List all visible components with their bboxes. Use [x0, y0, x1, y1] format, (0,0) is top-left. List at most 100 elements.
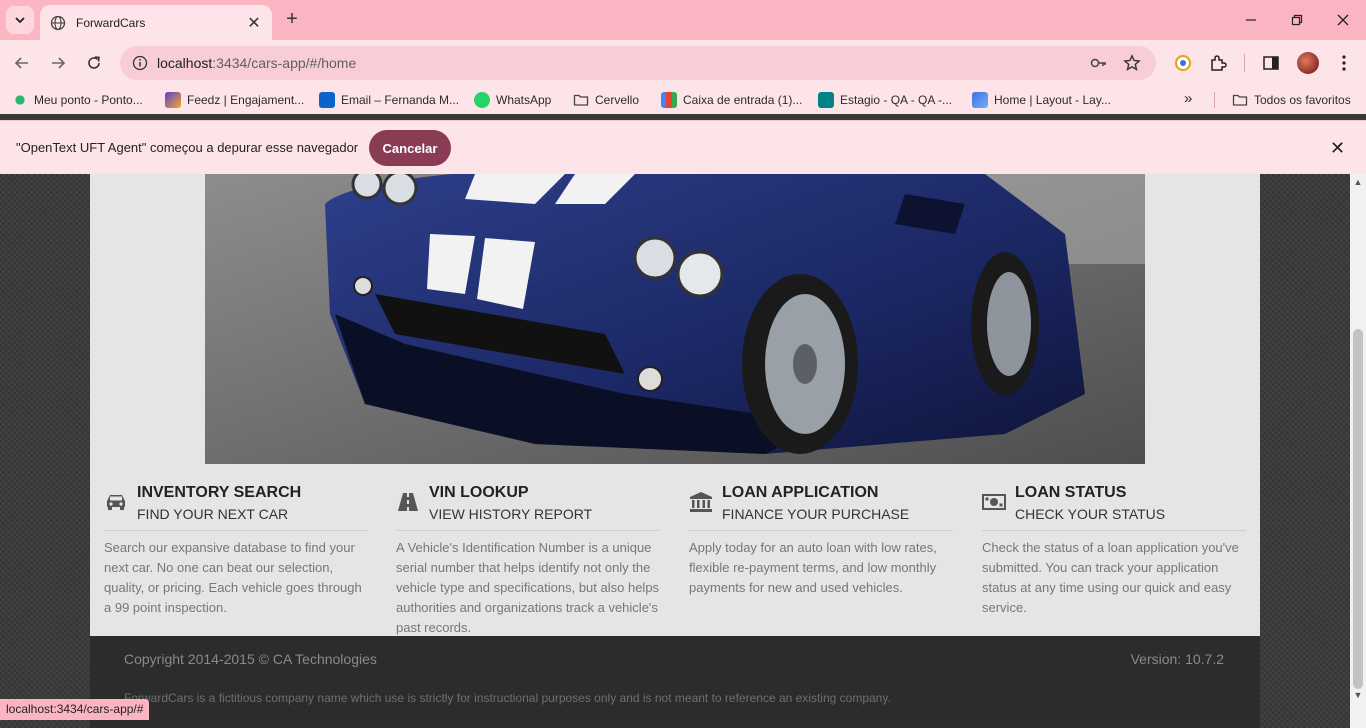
bookmark-item[interactable]: Feedz | Engajament...	[165, 92, 304, 108]
main-content: INVENTORY SEARCH FIND YOUR NEXT CAR Sear…	[90, 174, 1260, 636]
more-bookmarks-button[interactable]: »	[1184, 90, 1192, 107]
folder-icon	[1232, 94, 1248, 106]
debugging-infobar: "OpenText UFT Agent" começou a depurar e…	[0, 120, 1366, 174]
bookmark-label: Caixa de entrada (1)...	[683, 93, 803, 107]
money-icon	[982, 494, 1006, 510]
profile-avatar[interactable]	[1297, 52, 1319, 74]
close-infobar-icon[interactable]: ✕	[1330, 138, 1345, 159]
green-burst-icon	[12, 92, 28, 108]
url-host: localhost	[157, 55, 213, 71]
outlook-icon	[319, 92, 335, 108]
feature-title[interactable]: LOAN APPLICATION	[722, 484, 878, 502]
bookmarks-bar: Meu ponto - Ponto... Feedz | Engajament.…	[0, 86, 1366, 114]
scroll-down-arrow-icon[interactable]: ▼	[1353, 690, 1363, 700]
all-bookmarks-label: Todos os favoritos	[1254, 93, 1351, 107]
bookmark-item[interactable]: Email – Fernanda M...	[319, 92, 459, 108]
bookmark-item[interactable]: Meu ponto - Ponto...	[12, 92, 143, 108]
scroll-up-arrow-icon[interactable]: ▲	[1353, 177, 1363, 187]
feature-subtitle: VIEW HISTORY REPORT	[429, 506, 593, 522]
bookmark-label: Cervello	[595, 93, 640, 107]
feature-title[interactable]: LOAN STATUS	[1015, 484, 1126, 502]
page-footer: Copyright 2014-2015 © CA Technologies Ve…	[90, 636, 1260, 728]
bookmark-item[interactable]: Cervello	[573, 92, 639, 108]
back-button[interactable]	[8, 49, 36, 77]
side-panel-button[interactable]	[1260, 52, 1282, 74]
feature-title[interactable]: INVENTORY SEARCH	[137, 484, 301, 502]
side-panel-icon	[1263, 56, 1279, 70]
site-info-icon[interactable]	[132, 55, 148, 71]
feature-divider	[104, 530, 368, 531]
reload-button[interactable]	[80, 49, 108, 77]
feature-title[interactable]: VIN LOOKUP	[429, 484, 529, 502]
menu-button[interactable]	[1333, 52, 1355, 74]
scrollbar-thumb[interactable]	[1353, 329, 1363, 689]
bookmark-label: Estagio - QA - QA -...	[840, 93, 953, 107]
extension-color-button[interactable]	[1172, 52, 1194, 74]
browser-tab[interactable]: ForwardCars ✕	[40, 5, 272, 40]
key-icon[interactable]	[1090, 54, 1108, 72]
feature-divider	[689, 530, 953, 531]
feature-subtitle: FINANCE YOUR PURCHASE	[722, 506, 910, 522]
double-chevron-right-icon: »	[1184, 90, 1193, 107]
feature-description: Check the status of a loan application y…	[982, 540, 1239, 615]
star-icon[interactable]	[1123, 54, 1141, 72]
bookmark-label: Feedz | Engajament...	[187, 93, 305, 107]
link-status-bubble: localhost:3434/cars-app/#	[0, 699, 150, 720]
arrow-right-icon	[52, 57, 66, 69]
minimize-button[interactable]	[1228, 0, 1274, 40]
car-illustration	[205, 174, 1145, 464]
feature-subtitle: FIND YOUR NEXT CAR	[137, 506, 289, 522]
bookmark-label: Meu ponto - Ponto...	[34, 93, 143, 107]
extensions-button[interactable]	[1207, 52, 1229, 74]
arrow-left-icon	[14, 57, 28, 69]
chrome-extension-icon	[1175, 55, 1191, 71]
bookmark-item[interactable]: Estagio - QA - QA -...	[818, 92, 952, 108]
bookmark-item[interactable]: WhatsApp	[474, 92, 551, 108]
bookmark-label: Home | Layout - Lay...	[994, 93, 1111, 107]
browser-tab-bar: ForwardCars ✕ +	[0, 0, 1366, 40]
tab-search-button[interactable]	[6, 6, 34, 34]
bookmark-item[interactable]: Home | Layout - Lay...	[972, 92, 1111, 108]
minimize-icon	[1246, 19, 1256, 21]
bookmark-label: WhatsApp	[496, 93, 552, 107]
copyright-text: Copyright 2014-2015 © CA Technologies	[124, 651, 377, 667]
bookmark-item[interactable]: Caixa de entrada (1)...	[661, 92, 802, 108]
close-icon	[1337, 14, 1349, 26]
close-window-button[interactable]	[1320, 0, 1366, 40]
forward-button[interactable]	[44, 49, 72, 77]
chevron-down-icon	[15, 17, 25, 24]
close-tab-icon[interactable]: ✕	[246, 13, 262, 33]
all-bookmarks-button[interactable]: Todos os favoritos	[1232, 92, 1351, 108]
bank-icon	[690, 492, 712, 512]
globe-icon	[50, 15, 66, 30]
new-tab-button[interactable]: +	[280, 8, 304, 32]
feature-subtitle: CHECK YOUR STATUS	[1015, 506, 1166, 522]
restore-icon	[1291, 14, 1303, 26]
browser-toolbar: localhost:3434/cars-app/#/home	[0, 40, 1366, 86]
page-scrollbar[interactable]: ▲ ▼	[1350, 174, 1366, 728]
reload-icon	[88, 56, 100, 69]
disclaimer-text: ForwardCars is a fictitious company name…	[124, 691, 891, 705]
cancel-debugging-button[interactable]: Cancelar	[369, 130, 451, 166]
feedz-icon	[165, 92, 181, 108]
feature-description: Search our expansive database to find yo…	[104, 540, 362, 615]
url-path: :3434/cars-app/#/home	[212, 55, 357, 71]
feature-description: A Vehicle's Identification Number is a u…	[396, 540, 660, 635]
layout-icon	[972, 92, 988, 108]
feature-divider	[396, 530, 660, 531]
version-text: Version: 10.7.2	[1130, 651, 1224, 667]
more-vert-icon	[1342, 55, 1346, 71]
address-bar[interactable]: localhost:3434/cars-app/#/home	[120, 46, 1156, 80]
hero-car-image	[205, 174, 1145, 464]
car-icon	[107, 495, 125, 510]
feature-divider	[982, 530, 1246, 531]
whatsapp-icon	[474, 92, 490, 108]
gmail-icon	[661, 92, 677, 108]
toolbar-separator	[1244, 54, 1245, 72]
folder-icon	[573, 94, 589, 106]
tab-title: ForwardCars	[76, 15, 146, 30]
restore-button[interactable]	[1274, 0, 1320, 40]
puzzle-icon	[1211, 55, 1227, 71]
url-text: localhost:3434/cars-app/#/home	[157, 55, 356, 71]
road-icon	[398, 493, 418, 511]
